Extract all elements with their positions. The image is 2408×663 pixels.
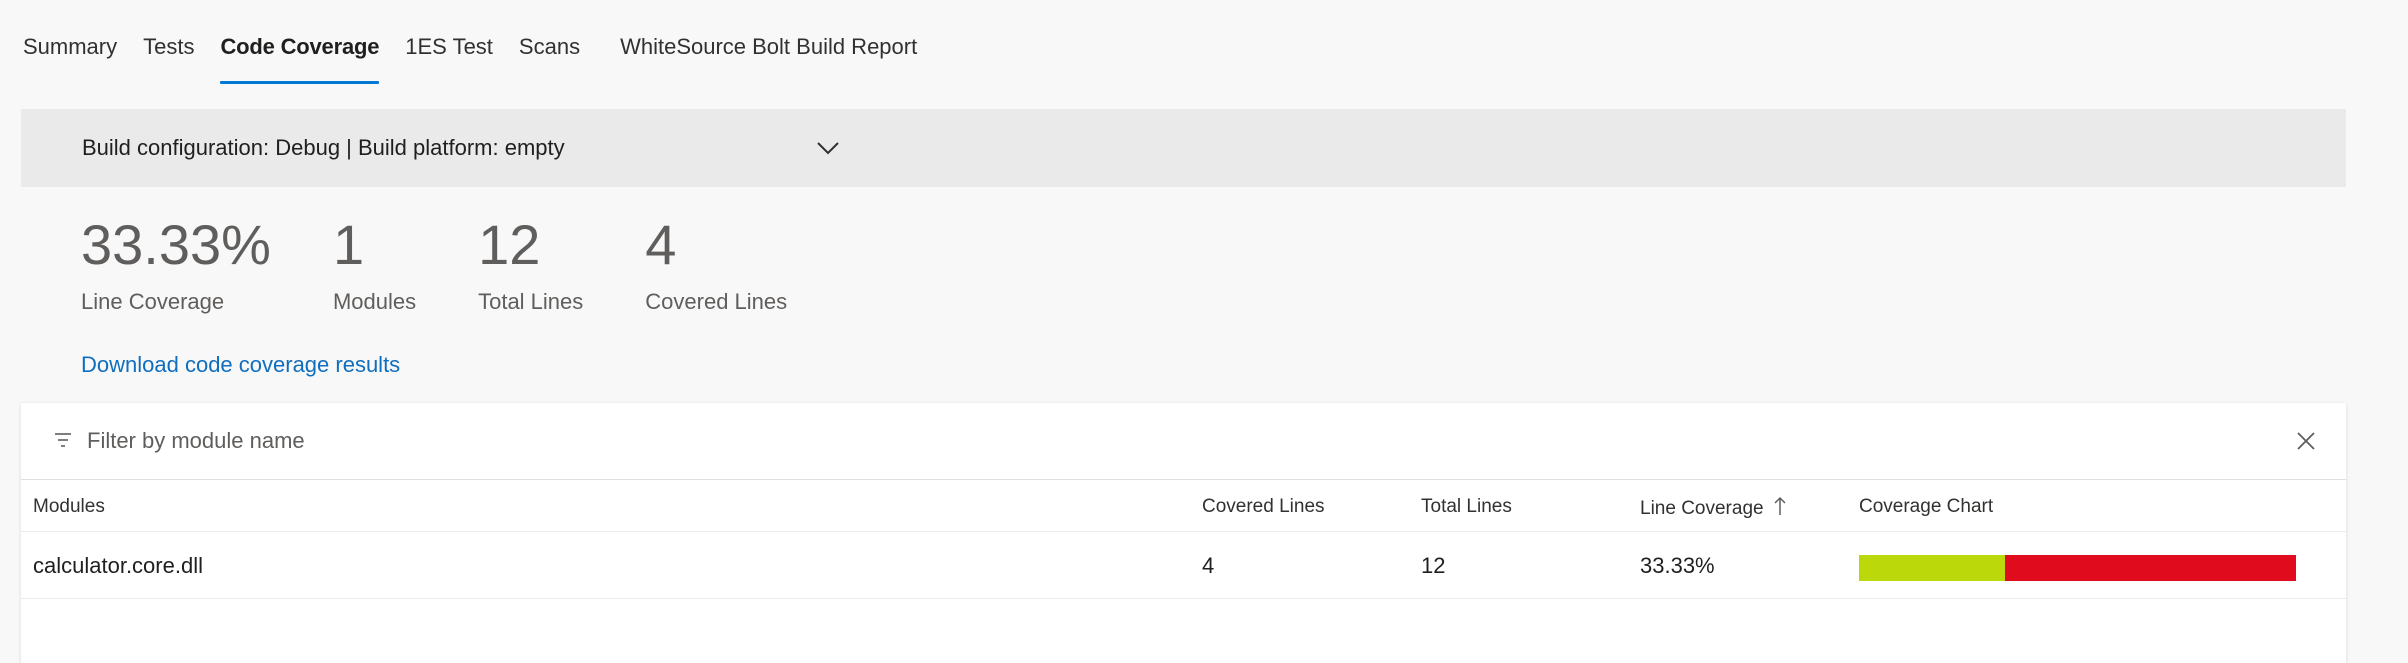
stat-value: 33.33% [81,213,271,276]
total-lines-value: 12 [1421,553,1446,578]
table-header: Modules Covered Lines Total Lines Line C… [21,480,2346,532]
build-config-label: Build configuration: Debug | Build platf… [82,135,565,160]
coverage-bar-covered [1859,555,2005,581]
stat-label: Line Coverage [81,289,225,314]
header-line-coverage-label: Line Coverage [1640,498,1764,520]
header-line-coverage[interactable]: Line Coverage [1640,496,1786,522]
modules-panel: Modules Covered Lines Total Lines Line C… [21,403,2346,663]
module-name: calculator.core.dll [33,553,203,578]
stat-modules: 1 Modules [333,213,416,315]
tab-whitesource-bolt[interactable]: WhiteSource Bolt Build Report [620,30,917,84]
tab-tests[interactable]: Tests [143,30,194,84]
header-coverage-chart[interactable]: Coverage Chart [1859,496,1993,518]
coverage-summary: 33.33% Line Coverage 1 Modules 12 Total … [81,213,849,315]
download-coverage-link[interactable]: Download code coverage results [81,352,400,378]
module-filter-input[interactable] [87,421,2237,461]
close-icon[interactable] [2294,429,2318,453]
tab-code-coverage[interactable]: Code Coverage [220,30,379,84]
chevron-down-icon[interactable] [813,133,843,163]
stat-covered-lines: 4 Covered Lines [645,213,787,315]
tab-summary[interactable]: Summary [23,30,117,84]
stat-label: Covered Lines [645,289,788,314]
stat-label: Modules [332,289,417,314]
build-config-selector[interactable]: Build configuration: Debug | Build platf… [21,109,2346,187]
table-row[interactable]: calculator.core.dll 4 12 33.33% [21,532,2346,599]
stat-value: 1 [332,213,365,276]
header-covered-lines[interactable]: Covered Lines [1202,496,1325,518]
stat-label: Total Lines [478,289,584,314]
coverage-bar [1859,555,2296,581]
stat-value: 12 [478,213,541,276]
stat-value: 4 [645,213,677,276]
tab-1es-test[interactable]: 1ES Test [405,30,493,84]
tab-bar: Summary Tests Code Coverage 1ES Test Sca… [23,30,943,84]
header-modules[interactable]: Modules [33,496,105,518]
header-total-lines[interactable]: Total Lines [1421,496,1512,518]
filter-icon [53,431,73,449]
sort-ascending-icon [1774,496,1786,522]
tab-scans[interactable]: Scans [519,30,580,84]
coverage-bar-uncovered [2004,555,2296,581]
stat-total-lines: 12 Total Lines [478,213,583,315]
filter-bar [21,403,2346,480]
covered-lines-value: 4 [1202,553,1215,578]
line-coverage-value: 33.33% [1640,553,1715,578]
stat-line-coverage: 33.33% Line Coverage [81,213,271,315]
